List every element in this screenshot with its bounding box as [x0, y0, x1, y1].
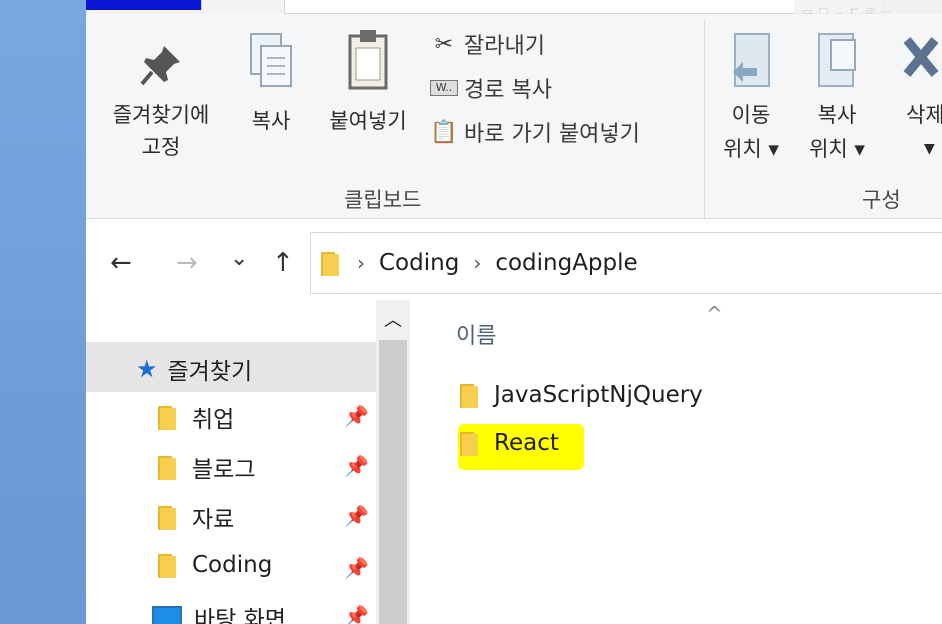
up-button[interactable]: ↑	[272, 248, 294, 278]
active-window-tab[interactable]	[86, 0, 202, 10]
chevron-right-icon[interactable]: ›	[473, 251, 481, 275]
clipboard-icon	[348, 30, 388, 90]
sidebar-item-label: 블로그	[192, 457, 256, 483]
column-header-name[interactable]: 이름	[456, 318, 496, 350]
delete-dropdown-caret[interactable]: ▼	[886, 132, 942, 166]
move-label-line2: 위치 ▾	[723, 137, 779, 161]
desktop-background	[0, 0, 86, 624]
ribbon: 즐겨찾기에 고정 복사 붙여넣기 ✂ 잘라내기 W.. 경로 복사 📋 바로 가…	[86, 14, 942, 220]
pin-to-quick-access-button[interactable]: 즐겨찾기에 고정	[96, 42, 226, 164]
sidebar-item-materials[interactable]: 자료	[158, 500, 234, 534]
file-name: React	[494, 430, 559, 456]
pin-icon[interactable]: 📌	[344, 504, 369, 528]
folder-icon	[158, 552, 180, 578]
recent-locations-button[interactable]: ⌄	[230, 244, 248, 274]
organize-group-label: 구성	[862, 188, 901, 212]
copy-path-button[interactable]: W.. 경로 복사	[430, 72, 552, 104]
cut-button[interactable]: ✂ 잘라내기	[430, 28, 545, 60]
nav-pane-scrollbar[interactable]: ︿	[376, 300, 410, 624]
star-icon: ★	[136, 355, 158, 383]
copy-to-label-line1: 복사	[817, 103, 857, 127]
folder-icon	[158, 504, 180, 530]
sort-ascending-icon: ^	[706, 302, 723, 326]
paste-button[interactable]: 붙여넣기	[316, 26, 420, 138]
delete-label: 삭제	[906, 103, 942, 127]
sidebar-item-desktop[interactable]: 바탕 화면	[152, 600, 286, 624]
scrollbar-thumb[interactable]	[379, 340, 407, 624]
file-row[interactable]: React	[460, 430, 559, 456]
quick-access-label: 즐겨찾기	[167, 359, 253, 385]
breadcrumb-coding[interactable]: Coding	[379, 250, 459, 276]
navigation-pane: ★ 즐겨찾기 취업 📌 블로그 📌 자료 📌 Coding 📌 바탕 화면 📌	[86, 300, 410, 624]
copy-to-icon	[818, 33, 856, 87]
pin-icon[interactable]: 📌	[344, 604, 369, 624]
sidebar-item-label: 바탕 화면	[194, 607, 286, 624]
cut-label: 잘라내기	[464, 34, 545, 59]
file-explorer-window: ▭ ▢ ⌄ ⊏ ◎ ⋯ 즐겨찾기에 고정 복사 붙여넣기 ✂ 잘라내기 W.. …	[86, 0, 942, 624]
back-button[interactable]: ←	[110, 248, 132, 278]
desktop-icon	[152, 606, 182, 624]
sidebar-item-label: 자료	[192, 507, 235, 533]
address-bar[interactable]: › Coding › codingApple	[310, 232, 942, 294]
file-list: ^ 이름 JavaScriptNjQuery React	[414, 300, 942, 624]
navigation-bar: ← → ⌄ ↑ › Coding › codingApple	[86, 222, 942, 300]
sidebar-item-jobs[interactable]: 취업	[158, 400, 234, 434]
move-to-button[interactable]: 이동 위치 ▾	[712, 30, 790, 166]
paste-shortcut-label: 바로 가기 붙여넣기	[464, 122, 640, 147]
pin-icon	[140, 46, 180, 86]
pin-icon[interactable]: 📌	[344, 404, 369, 428]
quick-access-item[interactable]: ★ 즐겨찾기	[136, 352, 252, 386]
breadcrumb-codingapple[interactable]: codingApple	[495, 250, 637, 276]
folder-icon	[158, 404, 180, 430]
copy-path-icon: W..	[430, 80, 458, 96]
sidebar-item-blog[interactable]: 블로그	[158, 450, 255, 484]
file-name: JavaScriptNjQuery	[494, 382, 703, 408]
sidebar-item-coding[interactable]: Coding	[158, 552, 272, 578]
pin-label-line2: 고정	[141, 135, 181, 159]
copy-icon	[250, 33, 292, 87]
chevron-right-icon[interactable]: ›	[357, 251, 365, 275]
file-row[interactable]: JavaScriptNjQuery	[460, 382, 703, 408]
copy-to-label-line2: 위치 ▾	[809, 137, 865, 161]
copy-label: 복사	[251, 109, 291, 133]
folder-icon	[158, 454, 180, 480]
paste-label: 붙여넣기	[329, 109, 407, 133]
pin-icon[interactable]: 📌	[344, 454, 369, 478]
paste-shortcut-button[interactable]: 📋 바로 가기 붙여넣기	[430, 116, 640, 148]
ribbon-separator	[704, 20, 705, 220]
copy-path-label: 경로 복사	[464, 78, 552, 103]
scissors-icon: ✂	[434, 31, 454, 57]
pin-label-line1: 즐겨찾기에	[112, 103, 210, 127]
copy-to-button[interactable]: 복사 위치 ▾	[798, 30, 876, 166]
folder-icon	[460, 382, 482, 408]
folder-icon	[321, 250, 343, 276]
clipboard-group-label: 클립보드	[344, 188, 422, 212]
copy-button[interactable]: 복사	[236, 28, 306, 138]
forward-button[interactable]: →	[176, 248, 198, 278]
sidebar-item-label: Coding	[192, 552, 273, 578]
move-label-line1: 이동	[731, 103, 771, 127]
delete-icon	[903, 37, 939, 77]
delete-button[interactable]: 삭제 ▼	[886, 30, 942, 166]
folder-icon	[460, 430, 482, 456]
pin-icon[interactable]: 📌	[344, 556, 369, 580]
paste-shortcut-icon: 📋	[430, 119, 458, 145]
move-to-icon	[733, 33, 770, 87]
scroll-up-arrow-icon[interactable]: ︿	[376, 300, 410, 338]
sidebar-item-label: 취업	[192, 407, 235, 433]
